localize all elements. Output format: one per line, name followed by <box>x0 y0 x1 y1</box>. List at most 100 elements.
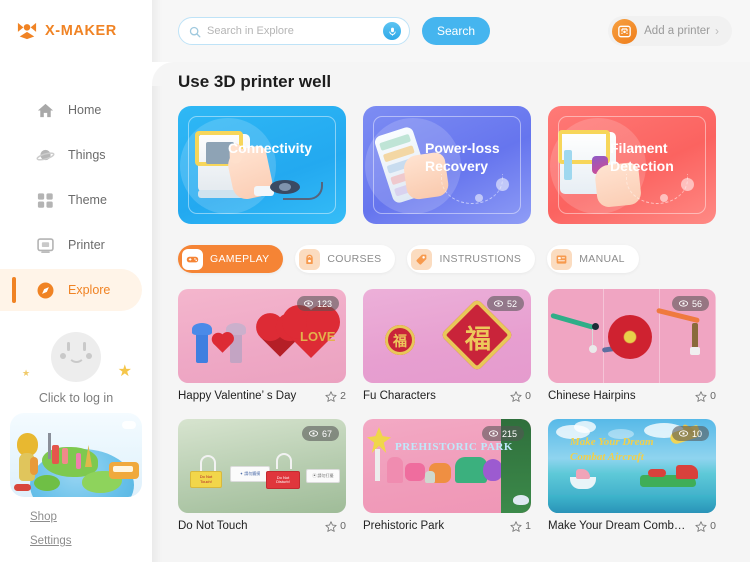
card-title: Chinese Hairpins <box>548 390 636 402</box>
chevron-right-icon: › <box>715 24 719 38</box>
view-count: 67 <box>321 428 332 439</box>
sidebar-item-label: Home <box>68 103 102 117</box>
sidebar-footer-links: Shop Settings <box>0 511 152 559</box>
sidebar-link-shop[interactable]: Shop <box>30 511 152 523</box>
sidebar-item-label: Explore <box>68 283 111 297</box>
fu-character-small: 福 <box>393 334 407 350</box>
favorite-count: 0 <box>710 390 716 402</box>
banner-connectivity[interactable]: Connectivity <box>178 106 346 224</box>
hairpin-panel-1 <box>548 289 604 383</box>
eye-icon <box>489 430 498 437</box>
sidebar-item-theme[interactable]: Theme <box>0 179 142 221</box>
tab-manual[interactable]: MANUAL <box>547 245 639 273</box>
card-fu-characters[interactable]: 福 福 52 Fu Characters 0 <box>363 289 531 402</box>
compass-icon <box>36 281 55 300</box>
sidebar-item-printer[interactable]: Printer <box>0 224 142 266</box>
search-input[interactable] <box>207 25 383 37</box>
card-thumbnail[interactable]: Do Not Touch! ✦ 請勿觸摸 Do Not Disturb! ▣ 請勿打… <box>178 419 346 513</box>
eye-icon <box>679 300 688 307</box>
view-count: 52 <box>506 298 517 309</box>
banner-title: Connectivity <box>228 140 313 156</box>
card-thumbnail[interactable]: 56 <box>548 289 716 383</box>
favorite-count: 0 <box>525 390 531 402</box>
x-maker-logo-icon <box>16 21 38 41</box>
card-meta: Happy Valentine’ s Day 2 <box>178 390 346 402</box>
banner-title-line2: Recovery <box>425 157 489 174</box>
microphone-icon[interactable] <box>383 22 401 40</box>
card-meta: Do Not Touch 0 <box>178 520 346 532</box>
add-printer-label: Add a printer <box>644 25 710 37</box>
card-meta: Chinese Hairpins 0 <box>548 390 716 402</box>
sidebar-item-explore[interactable]: Explore <box>0 269 142 311</box>
star-outline-icon <box>325 520 337 532</box>
aircraft-title-line2: Combat Aircraft <box>570 450 644 463</box>
content-area: Use 3D printer well Connectivity Power-l… <box>152 62 750 562</box>
star-outline-icon <box>325 390 337 402</box>
card-meta: Fu Characters 0 <box>363 390 531 402</box>
sidebar-item-things[interactable]: Things <box>0 134 142 176</box>
view-count-badge: 56 <box>671 296 709 311</box>
card-chinese-hairpins[interactable]: 56 Chinese Hairpins 0 <box>548 289 716 402</box>
card-happy-valentines-day[interactable]: LOVE 123 Happy Valentine’ s Day 2 <box>178 289 346 402</box>
top-bar: Search Add a printer › <box>152 0 750 62</box>
search-button[interactable]: Search <box>422 17 491 45</box>
favorite-count-group[interactable]: 0 <box>695 520 716 532</box>
category-tabs: GAMEPLAY COURSES INSTRUSTIONS MANUAL <box>178 245 750 273</box>
sidebar-item-home[interactable]: Home <box>0 89 142 131</box>
card-do-not-touch[interactable]: Do Not Touch! ✦ 請勿觸摸 Do Not Disturb! ▣ 請勿打… <box>178 419 346 532</box>
view-count: 215 <box>501 428 517 439</box>
printer-icon <box>36 236 55 255</box>
tab-gameplay[interactable]: GAMEPLAY <box>178 245 284 273</box>
banner-title-line1: Power-loss <box>425 140 500 156</box>
banner-power-loss-recovery[interactable]: Power-loss Recovery <box>363 106 531 224</box>
card-prehistoric-park[interactable]: PREHISTORIC PARK 215 Prehistoric Park 1 <box>363 419 531 532</box>
star-outline-icon <box>510 520 522 532</box>
favorite-count-group[interactable]: 2 <box>325 390 346 402</box>
grid-icon <box>36 191 55 210</box>
printer-add-icon <box>612 18 638 44</box>
document-icon <box>551 248 573 270</box>
home-icon <box>36 101 55 120</box>
sparkle-icon-large: ★ <box>117 363 132 380</box>
tab-label: GAMEPLAY <box>210 253 270 265</box>
tab-courses[interactable]: COURSES <box>295 245 396 273</box>
sidebar-nav: Home Things Theme Printer Explore <box>0 86 152 314</box>
card-title: Prehistoric Park <box>363 520 445 532</box>
gamepad-icon <box>182 248 203 270</box>
banner-filament-detection[interactable]: Filament Detection <box>548 106 716 224</box>
card-thumbnail[interactable]: 福 福 52 <box>363 289 531 383</box>
sparkle-icon-small: ★ <box>22 368 31 378</box>
favorite-count-group[interactable]: 1 <box>510 520 531 532</box>
view-count-badge: 52 <box>486 296 524 311</box>
favorite-count: 0 <box>710 520 716 532</box>
search-bar[interactable] <box>178 17 410 45</box>
planet-icon <box>36 146 55 165</box>
card-make-your-dream-combat-aircraft[interactable]: Make Your Dream Combat Aircraft 10 Make … <box>548 419 716 532</box>
add-printer-button[interactable]: Add a printer › <box>608 16 732 46</box>
card-thumbnail[interactable]: LOVE 123 <box>178 289 346 383</box>
sidebar-item-label: Things <box>68 148 106 162</box>
globe-illustration <box>10 413 142 497</box>
content-grid: LOVE 123 Happy Valentine’ s Day 2 福 福 52… <box>178 289 750 532</box>
view-count: 10 <box>691 428 702 439</box>
favorite-count-group[interactable]: 0 <box>510 390 531 402</box>
fu-character-large: 福 <box>464 325 491 355</box>
login-label[interactable]: Click to log in <box>0 391 152 405</box>
tab-instrustions[interactable]: INSTRUSTIONS <box>407 245 536 273</box>
favorite-count: 2 <box>340 390 346 402</box>
card-title: Do Not Touch <box>178 520 248 532</box>
eye-icon <box>494 300 503 307</box>
view-count-badge: 67 <box>301 426 339 441</box>
favorite-count-group[interactable]: 0 <box>325 520 346 532</box>
search-icon <box>189 25 201 38</box>
favorite-count-group[interactable]: 0 <box>695 390 716 402</box>
banner-title: Filament Detection <box>610 140 674 174</box>
card-meta: Make Your Dream Combat A... 0 <box>548 520 716 532</box>
login-block[interactable]: ★ ★ Click to log in <box>0 332 152 405</box>
card-thumbnail[interactable]: Make Your Dream Combat Aircraft 10 <box>548 419 716 513</box>
card-thumbnail[interactable]: PREHISTORIC PARK 215 <box>363 419 531 513</box>
eye-icon <box>679 430 688 437</box>
sidebar-link-settings[interactable]: Settings <box>30 535 152 547</box>
sidebar-item-label: Printer <box>68 238 105 252</box>
card-title: Happy Valentine’ s Day <box>178 390 297 402</box>
